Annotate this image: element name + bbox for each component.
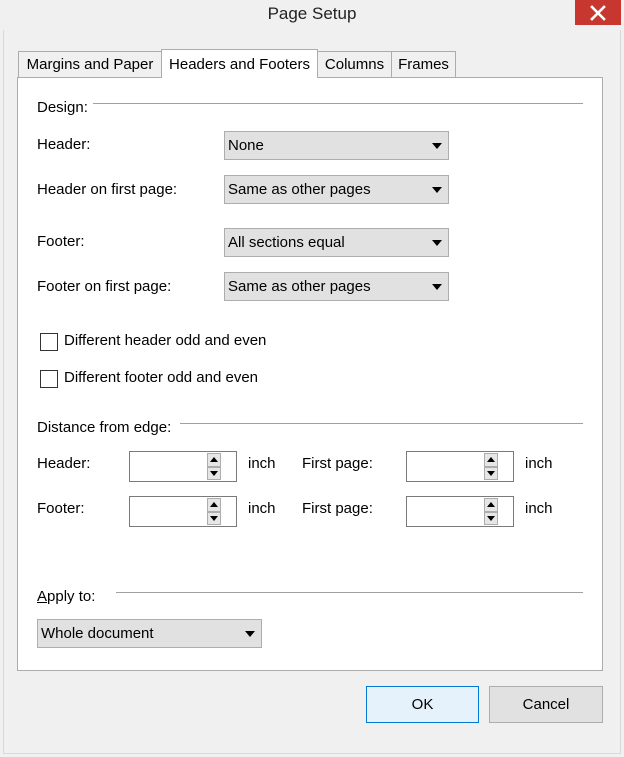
header-distance-spinbox[interactable] [129, 451, 237, 482]
spin-up-button[interactable] [484, 453, 498, 467]
distance-header-first-label: First page: [302, 455, 373, 472]
footer-label: Footer: [37, 233, 85, 250]
spin-down-button[interactable] [484, 466, 498, 480]
odd-even-header-label[interactable]: Different header odd and even [64, 332, 266, 349]
header-select-value: None [228, 137, 264, 154]
arrow-down-icon [487, 515, 495, 521]
arrow-down-icon [487, 470, 495, 476]
spin-up-button[interactable] [207, 498, 221, 512]
arrow-up-icon [210, 457, 218, 463]
arrow-up-icon [487, 502, 495, 508]
spin-down-button[interactable] [484, 511, 498, 525]
spin-down-button[interactable] [207, 466, 221, 480]
arrow-down-icon [210, 470, 218, 476]
spin-up-button[interactable] [484, 498, 498, 512]
footer-select-value: All sections equal [228, 234, 345, 251]
footer-first-distance-spinbox[interactable] [406, 496, 514, 527]
cancel-button-label: Cancel [522, 696, 570, 713]
header-first-page-select[interactable]: Same as other pages [224, 175, 449, 204]
footer-first-page-select-value: Same as other pages [228, 278, 371, 295]
arrow-up-icon [210, 502, 218, 508]
apply-to-accelerator: A [37, 588, 48, 605]
footer-first-page-select[interactable]: Same as other pages [224, 272, 449, 301]
footer-distance-spinbox[interactable] [129, 496, 237, 527]
odd-even-footer-checkbox[interactable] [40, 370, 58, 388]
chevron-down-icon [432, 186, 442, 193]
chevron-down-icon [432, 142, 442, 149]
distance-footer-first-label: First page: [302, 500, 373, 517]
design-group-label: Design: [37, 99, 88, 116]
footer-first-page-label: Footer on first page: [37, 278, 172, 295]
chevron-down-icon [245, 630, 255, 637]
cancel-button[interactable]: Cancel [489, 686, 603, 723]
arrow-up-icon [487, 457, 495, 463]
header-first-page-select-value: Same as other pages [228, 181, 371, 198]
odd-even-header-checkbox[interactable] [40, 333, 58, 351]
apply-to-label: Apply to: [37, 588, 95, 605]
apply-to-select-value: Whole document [41, 625, 154, 642]
chevron-down-icon [432, 283, 442, 290]
distance-header-label: Header: [37, 455, 91, 472]
distance-header-first-unit: inch [525, 455, 553, 472]
spin-down-button[interactable] [207, 511, 221, 525]
apply-to-label-text: pply to: [47, 588, 96, 605]
footer-select[interactable]: All sections equal [224, 228, 449, 257]
apply-to-divider [116, 592, 583, 593]
header-label: Header: [37, 136, 91, 153]
ok-button[interactable]: OK [366, 686, 479, 723]
distance-divider [180, 423, 583, 424]
distance-group-label: Distance from edge: [37, 419, 172, 436]
header-first-distance-spinbox[interactable] [406, 451, 514, 482]
distance-footer-first-unit: inch [525, 500, 553, 517]
distance-header-unit: inch [248, 455, 276, 472]
odd-even-footer-label[interactable]: Different footer odd and even [64, 369, 258, 386]
ok-button-label: OK [411, 696, 434, 713]
design-divider [93, 103, 583, 104]
apply-to-select[interactable]: Whole document [37, 619, 262, 648]
distance-footer-label: Footer: [37, 500, 85, 517]
header-select[interactable]: None [224, 131, 449, 160]
arrow-down-icon [210, 515, 218, 521]
distance-footer-unit: inch [248, 500, 276, 517]
spin-up-button[interactable] [207, 453, 221, 467]
chevron-down-icon [432, 239, 442, 246]
header-first-page-label: Header on first page: [37, 181, 178, 198]
